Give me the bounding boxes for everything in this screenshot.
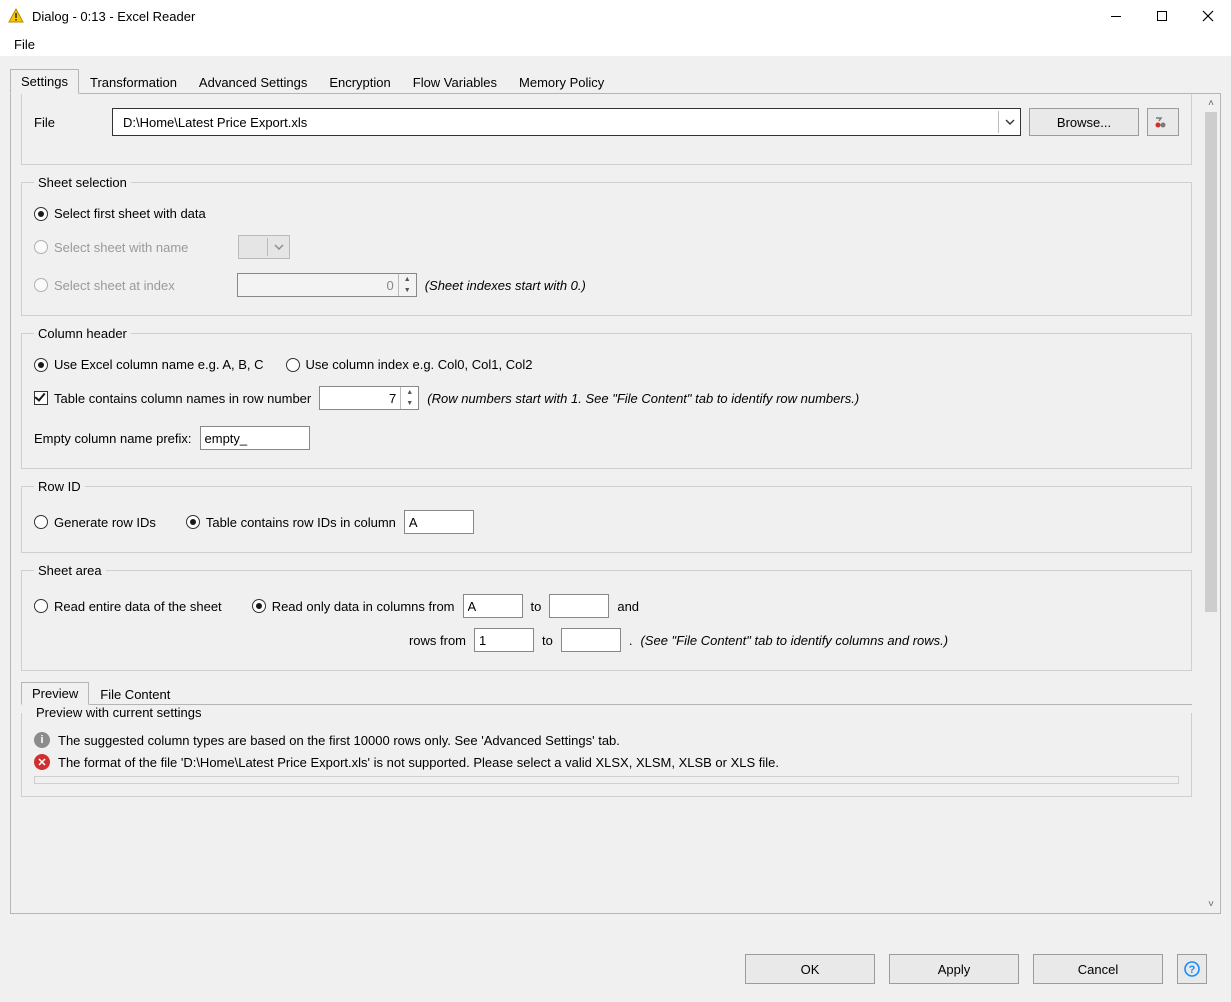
tab-transformation[interactable]: Transformation bbox=[79, 70, 188, 94]
preview-error-text: The format of the file 'D:\Home\Latest P… bbox=[58, 755, 779, 770]
tab-memory-policy[interactable]: Memory Policy bbox=[508, 70, 615, 94]
label-to-2: to bbox=[542, 633, 553, 648]
preview-info-text: The suggested column types are based on … bbox=[58, 733, 620, 748]
tab-encryption[interactable]: Encryption bbox=[318, 70, 401, 94]
column-header-group: Column header Use Excel column name e.g.… bbox=[21, 326, 1192, 469]
minimize-button[interactable] bbox=[1093, 1, 1139, 31]
flow-variable-button[interactable] bbox=[1147, 108, 1179, 136]
sheet-index-hint: (Sheet indexes start with 0.) bbox=[425, 278, 586, 293]
titlebar: Dialog - 0:13 - Excel Reader bbox=[0, 0, 1231, 32]
maximize-button[interactable] bbox=[1139, 1, 1185, 31]
label-to-1: to bbox=[531, 599, 542, 614]
menu-file[interactable]: File bbox=[8, 35, 41, 54]
row-to-input[interactable] bbox=[561, 628, 621, 652]
spinner-up-icon[interactable]: ▲ bbox=[401, 387, 418, 398]
scroll-thumb[interactable] bbox=[1205, 112, 1217, 612]
file-path-combo[interactable]: D:\Home\Latest Price Export.xls bbox=[112, 108, 1021, 136]
spinner-down-icon: ▼ bbox=[399, 285, 416, 296]
cancel-button[interactable]: Cancel bbox=[1033, 954, 1163, 984]
checkbox-contains-colnames[interactable]: Table contains column names in row numbe… bbox=[34, 391, 311, 406]
sheet-index-spinner: 0 ▲▼ bbox=[237, 273, 417, 297]
info-icon: i bbox=[34, 732, 50, 748]
radio-excel-colname[interactable]: Use Excel column name e.g. A, B, C bbox=[34, 357, 264, 372]
subtab-file-content[interactable]: File Content bbox=[89, 683, 181, 705]
error-icon: ✕ bbox=[34, 754, 50, 770]
radio-read-entire[interactable]: Read entire data of the sheet bbox=[34, 599, 222, 614]
chevron-down-icon bbox=[267, 238, 289, 256]
tab-settings[interactable]: Settings bbox=[10, 69, 79, 94]
chevron-down-icon[interactable] bbox=[998, 111, 1020, 133]
label-dot: . bbox=[629, 633, 633, 648]
main-tabbar: Settings Transformation Advanced Setting… bbox=[10, 66, 1221, 94]
row-id-legend: Row ID bbox=[34, 479, 85, 494]
dialog-body: Settings Transformation Advanced Setting… bbox=[0, 56, 1231, 1002]
preview-error-row: ✕ The format of the file 'D:\Home\Latest… bbox=[34, 754, 1179, 770]
rows-from-label: rows from bbox=[34, 633, 466, 648]
browse-button[interactable]: Browse... bbox=[1029, 108, 1139, 136]
radio-sheet-index[interactable]: Select sheet at index bbox=[34, 278, 175, 293]
prefix-label: Empty column name prefix: bbox=[34, 431, 192, 446]
row-from-input[interactable] bbox=[474, 628, 534, 652]
header-row-spinner[interactable]: 7 ▲▼ bbox=[319, 386, 419, 410]
sheet-area-group: Sheet area Read entire data of the sheet… bbox=[21, 563, 1192, 671]
sheet-name-combo bbox=[238, 235, 290, 259]
preview-info-row: i The suggested column types are based o… bbox=[34, 732, 1179, 748]
spinner-down-icon[interactable]: ▼ bbox=[401, 398, 418, 409]
svg-text:?: ? bbox=[1189, 964, 1196, 976]
app-icon bbox=[8, 8, 24, 24]
radio-table-rowids[interactable]: Table contains row IDs in column bbox=[186, 515, 396, 530]
sheet-area-hint: (See "File Content" tab to identify colu… bbox=[640, 633, 948, 648]
settings-panel: File D:\Home\Latest Price Export.xls Bro… bbox=[11, 94, 1202, 913]
col-from-input[interactable] bbox=[463, 594, 523, 618]
radio-sheet-name[interactable]: Select sheet with name bbox=[34, 240, 188, 255]
row-id-group: Row ID Generate row IDs Table contains r… bbox=[21, 479, 1192, 553]
label-and: and bbox=[617, 599, 639, 614]
preview-table-placeholder bbox=[34, 776, 1179, 784]
tab-advanced-settings[interactable]: Advanced Settings bbox=[188, 70, 318, 94]
column-header-legend: Column header bbox=[34, 326, 131, 341]
file-path-value: D:\Home\Latest Price Export.xls bbox=[117, 115, 998, 130]
radio-index-colname[interactable]: Use column index e.g. Col0, Col1, Col2 bbox=[286, 357, 533, 372]
radio-read-range[interactable]: Read only data in columns from bbox=[252, 599, 455, 614]
radio-first-sheet[interactable]: Select first sheet with data bbox=[34, 206, 206, 221]
scroll-up-icon[interactable]: ˄ bbox=[1204, 96, 1218, 110]
sheet-area-legend: Sheet area bbox=[34, 563, 106, 578]
file-section: File D:\Home\Latest Price Export.xls Bro… bbox=[21, 94, 1192, 165]
preview-legend: Preview with current settings bbox=[32, 705, 205, 720]
tab-flow-variables[interactable]: Flow Variables bbox=[402, 70, 508, 94]
spinner-up-icon: ▲ bbox=[399, 274, 416, 285]
prefix-input[interactable] bbox=[200, 426, 310, 450]
col-to-input[interactable] bbox=[549, 594, 609, 618]
vertical-scrollbar[interactable]: ˄ ˅ bbox=[1202, 94, 1220, 913]
subtab-preview[interactable]: Preview bbox=[21, 682, 89, 705]
window-title: Dialog - 0:13 - Excel Reader bbox=[32, 9, 1093, 24]
scroll-down-icon[interactable]: ˅ bbox=[1204, 897, 1218, 911]
sheet-selection-legend: Sheet selection bbox=[34, 175, 131, 190]
sheet-selection-group: Sheet selection Select first sheet with … bbox=[21, 175, 1192, 316]
help-button[interactable]: ? bbox=[1177, 954, 1207, 984]
header-row-hint: (Row numbers start with 1. See "File Con… bbox=[427, 391, 859, 406]
rowid-column-input[interactable] bbox=[404, 510, 474, 534]
dialog-buttonbar: OK Apply Cancel ? bbox=[0, 946, 1231, 1002]
preview-group: Preview with current settings i The sugg… bbox=[21, 705, 1192, 797]
radio-generate-rowids[interactable]: Generate row IDs bbox=[34, 515, 156, 530]
preview-tabbar: Preview File Content bbox=[21, 679, 1192, 705]
ok-button[interactable]: OK bbox=[745, 954, 875, 984]
apply-button[interactable]: Apply bbox=[889, 954, 1019, 984]
file-label: File bbox=[34, 115, 104, 130]
close-button[interactable] bbox=[1185, 1, 1231, 31]
menubar: File bbox=[0, 32, 1231, 56]
